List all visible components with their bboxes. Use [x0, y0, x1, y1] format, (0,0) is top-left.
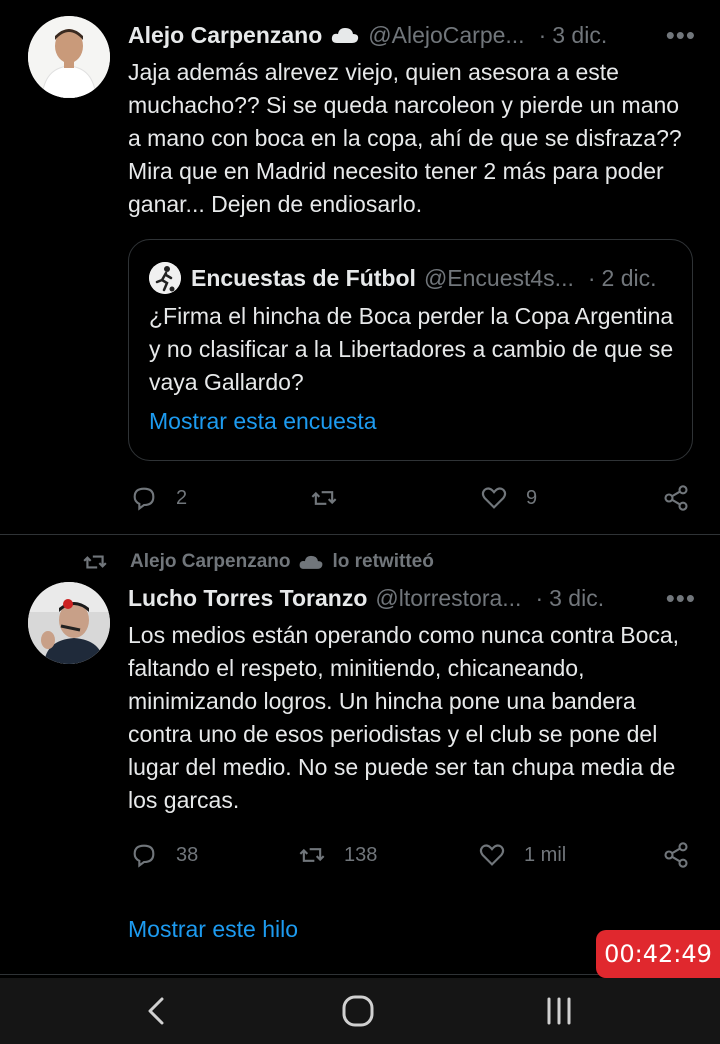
retweet-button[interactable]: 138 — [298, 837, 377, 873]
system-navigation-bar — [0, 978, 720, 1044]
tweet-header: Lucho Torres Toranzo @ltorrestora... · 3… — [128, 581, 700, 615]
more-icon[interactable]: ••• — [666, 581, 696, 615]
share-button[interactable] — [662, 837, 708, 873]
author-handle[interactable]: @ltorrestora... — [375, 585, 521, 612]
retweet-icon — [299, 848, 325, 862]
recents-icon — [547, 997, 571, 1025]
tweet-actions: 38 138 1 mil — [128, 837, 698, 873]
screen-recorder-timer[interactable]: 00:42:49 — [596, 930, 720, 978]
back-button[interactable] — [128, 978, 184, 1044]
like-button[interactable]: 1 mil — [478, 837, 566, 873]
back-icon — [148, 997, 164, 1025]
retweet-count: 138 — [344, 843, 378, 866]
recents-button[interactable] — [530, 978, 588, 1044]
like-icon — [479, 844, 505, 866]
author-name[interactable]: Lucho Torres Toranzo — [128, 585, 367, 612]
reply-icon — [133, 844, 155, 868]
separator-dot: · — [535, 584, 544, 611]
tweet-lucho[interactable]: Lucho Torres Toranzo @ltorrestora... · 3… — [0, 0, 720, 978]
like-count: 1 mil — [524, 843, 567, 866]
home-icon — [342, 995, 374, 1027]
reply-count: 38 — [176, 843, 199, 866]
avatar[interactable] — [28, 582, 110, 664]
share-icon — [664, 842, 688, 868]
home-button[interactable] — [328, 978, 388, 1044]
tweet-time[interactable]: 3 dic. — [549, 585, 604, 612]
show-thread-link[interactable]: Mostrar este hilo — [128, 916, 298, 943]
reply-button[interactable]: 38 — [130, 837, 198, 873]
tweet-text: Los medios están operando como nunca con… — [128, 622, 680, 813]
